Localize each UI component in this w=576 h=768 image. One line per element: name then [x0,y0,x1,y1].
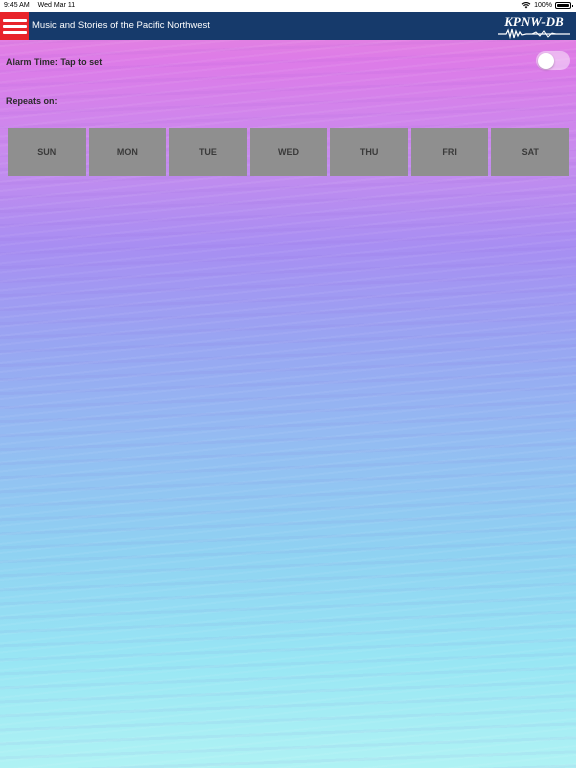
status-bar: 9:45 AM Wed Mar 11 100% [0,0,576,12]
status-time: 9:45 AM [4,2,30,9]
hamburger-menu-icon[interactable] [0,12,29,40]
day-button-sun[interactable]: SUN [8,128,86,176]
day-button-wed[interactable]: WED [249,128,328,176]
background-texture [0,0,576,768]
wifi-icon [521,2,531,9]
battery-icon [555,1,573,9]
repeats-label: Repeats on: [6,96,58,106]
alarm-time-label[interactable]: Alarm Time: Tap to set [6,57,102,67]
battery-fill [557,3,569,7]
status-right: 100% [521,1,573,9]
toggle-knob [537,52,554,69]
station-logo: KPNW-DB [498,14,570,40]
page-title: Music and Stories of the Pacific Northwe… [32,20,210,31]
battery-percent: 100% [534,1,552,9]
status-date: Wed Mar 11 [37,2,76,9]
menu-line [2,18,27,22]
day-button-thu[interactable]: THU [330,128,408,176]
alarm-row[interactable]: Alarm Time: Tap to set [0,48,576,74]
alarm-toggle[interactable] [536,51,570,70]
day-button-sat[interactable]: SAT [491,128,570,176]
logo-text: KPNW-DB [503,14,564,29]
day-button-tue[interactable]: TUE [169,128,247,176]
status-left: 9:45 AM Wed Mar 11 [4,2,81,9]
day-button-mon[interactable]: MON [88,128,167,176]
menu-line [2,24,27,28]
day-button-fri[interactable]: FRI [410,128,489,176]
nav-bar: Music and Stories of the Pacific Northwe… [0,12,576,40]
menu-line [2,30,27,34]
day-selector: SUN MON TUE WED THU FRI SAT [8,128,570,176]
